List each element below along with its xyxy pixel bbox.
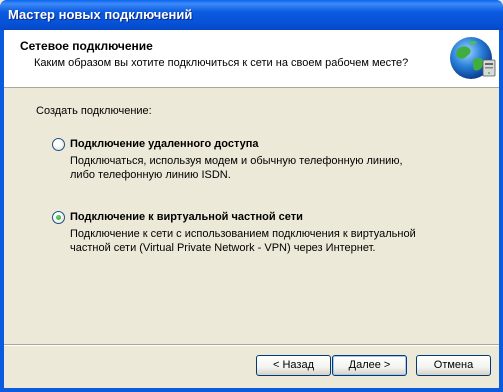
network-globe-icon xyxy=(450,37,496,79)
dialup-description-line: Подключаться, используя модем и обычную … xyxy=(70,155,403,167)
dialup-description-line: либо телефонную линию ISDN. xyxy=(70,169,231,181)
vpn-label[interactable]: Подключение к виртуальной частной сети xyxy=(70,211,303,223)
wizard-client-area: Сетевое подключение Каким образом вы хот… xyxy=(4,30,499,388)
next-button[interactable]: Далее > xyxy=(332,355,407,376)
vpn-description-line: Подключение к сети с использованием подк… xyxy=(70,228,416,240)
page-title: Сетевое подключение xyxy=(20,39,153,53)
window-title: Мастер новых подключений xyxy=(8,7,193,22)
vpn-description-line: частной сети (Virtual Private Network - … xyxy=(70,242,376,254)
wizard-window: Мастер новых подключений Сетевое подключ… xyxy=(0,0,503,392)
footer-separator xyxy=(4,344,499,346)
cancel-button[interactable]: Отмена xyxy=(416,355,491,376)
wizard-header: Сетевое подключение Каким образом вы хот… xyxy=(4,30,499,88)
option-vpn[interactable]: Подключение к виртуальной частной сети xyxy=(52,210,303,224)
vpn-description: Подключение к сети с использованием подк… xyxy=(70,227,416,255)
dialup-label[interactable]: Подключение удаленного доступа xyxy=(70,138,259,150)
create-connection-label: Создать подключение: xyxy=(36,105,152,117)
back-button[interactable]: < Назад xyxy=(256,355,331,376)
vpn-radio[interactable] xyxy=(52,210,65,224)
option-dialup[interactable]: Подключение удаленного доступа xyxy=(52,137,259,151)
dialup-description: Подключаться, используя модем и обычную … xyxy=(70,154,403,182)
dialup-radio[interactable] xyxy=(52,137,65,151)
title-bar[interactable]: Мастер новых подключений xyxy=(0,0,503,30)
page-subtitle: Каким образом вы хотите подключиться к с… xyxy=(34,57,409,69)
